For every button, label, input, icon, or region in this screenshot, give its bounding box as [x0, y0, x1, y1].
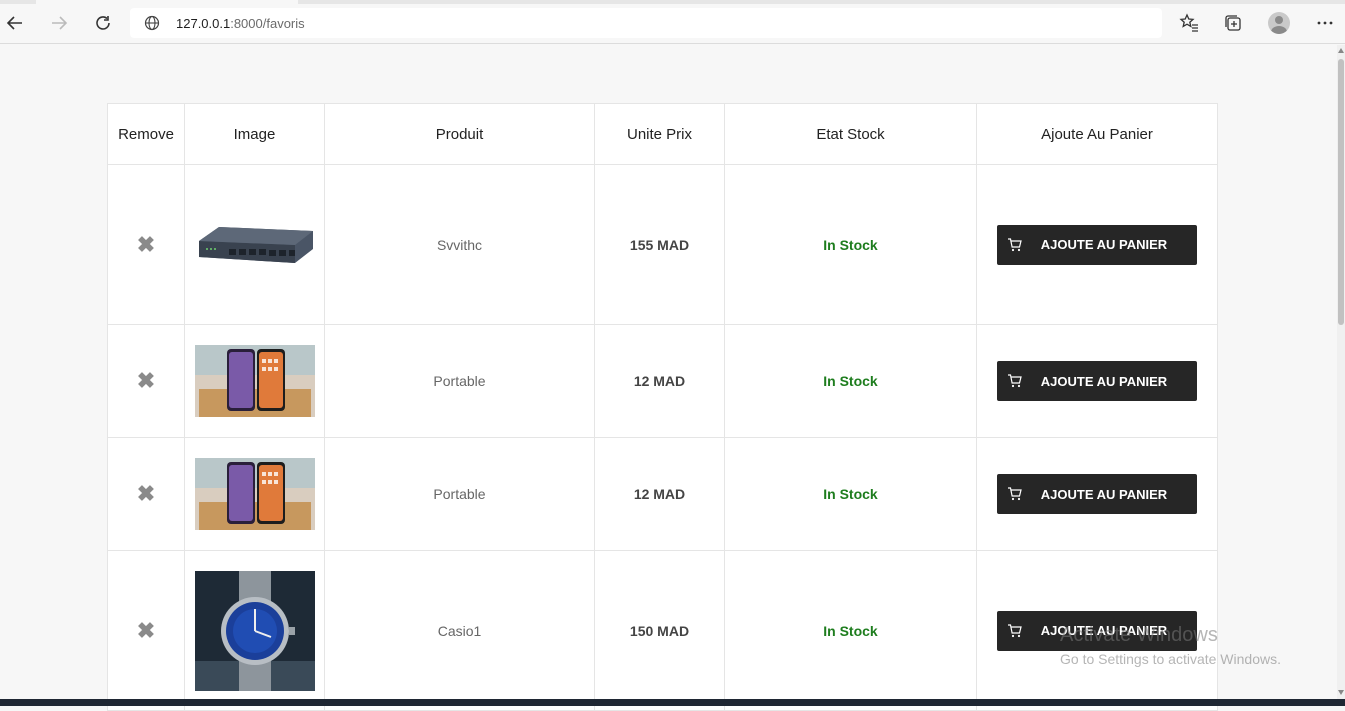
url-host: 127.0.0.1: [176, 16, 231, 31]
stock-status: In Stock: [823, 486, 878, 502]
add-to-cart-label: AJOUTE AU PANIER: [1040, 486, 1168, 502]
url-path: :8000/favoris: [230, 16, 305, 31]
header-unit-price: Unite Prix: [594, 103, 725, 165]
network-switch-image: [198, 226, 313, 263]
remove-icon[interactable]: ✖: [137, 619, 155, 642]
arrow-right-icon: [52, 16, 68, 30]
collections-button[interactable]: [1220, 10, 1246, 36]
product-name[interactable]: Svvithc: [437, 237, 482, 253]
remove-cell: ✖: [107, 437, 185, 551]
browser-toolbar: 127.0.0.1:8000/favoris: [0, 0, 1345, 44]
arrow-left-icon: [6, 16, 22, 30]
cart-cell: AJOUTE AU PANIER: [976, 164, 1218, 325]
image-cell: [184, 324, 325, 438]
windows-activation-watermark: Activate Windows Go to Settings to activ…: [1060, 624, 1281, 667]
table-row: ✖ Portable 12 MAD In Stock AJOUTE AU PAN…: [107, 324, 1218, 438]
remove-icon[interactable]: ✖: [137, 370, 155, 392]
header-stock-status: Etat Stock: [724, 103, 977, 165]
remove-cell: ✖: [107, 164, 185, 325]
refresh-icon: [96, 16, 110, 30]
collections-icon: [1225, 15, 1241, 31]
back-button[interactable]: [2, 10, 28, 36]
table-header-row: Remove Image Produit Unite Prix Etat Sto…: [107, 103, 1218, 165]
favorites-table: Remove Image Produit Unite Prix Etat Sto…: [107, 103, 1218, 711]
smartphones-image: [194, 458, 315, 530]
stock-cell: In Stock: [724, 437, 977, 551]
avatar: [1268, 12, 1290, 34]
star-list-icon: [1179, 13, 1198, 32]
remove-cell: ✖: [107, 550, 185, 711]
watch-image: [194, 570, 315, 691]
image-cell: [184, 550, 325, 711]
smartphones-image: [194, 345, 315, 417]
favorites-button[interactable]: [1176, 10, 1202, 36]
vertical-scrollbar[interactable]: [1337, 45, 1345, 699]
cart-icon: [1007, 623, 1022, 637]
more-menu-button[interactable]: [1312, 10, 1338, 36]
add-to-cart-label: AJOUTE AU PANIER: [1040, 373, 1168, 389]
product-name[interactable]: Portable: [433, 373, 485, 389]
globe-icon: [144, 15, 160, 31]
forward-button[interactable]: [46, 10, 72, 36]
product-cell: Portable: [324, 437, 595, 551]
scroll-down-icon[interactable]: [1338, 690, 1344, 695]
table-row: ✖ Svvithc 155 MAD In Stock AJOUTE AU PAN…: [107, 164, 1218, 325]
image-cell: [184, 437, 325, 551]
stock-cell: In Stock: [724, 164, 977, 325]
scroll-up-icon[interactable]: [1338, 48, 1344, 53]
stock-cell: In Stock: [724, 324, 977, 438]
header-remove: Remove: [107, 103, 185, 165]
stock-cell: In Stock: [724, 550, 977, 711]
remove-icon[interactable]: ✖: [137, 483, 155, 505]
header-image: Image: [184, 103, 325, 165]
unit-price: 12 MAD: [633, 486, 686, 502]
product-name[interactable]: Portable: [433, 486, 485, 502]
cart-cell: AJOUTE AU PANIER: [976, 437, 1218, 551]
cart-cell: AJOUTE AU PANIER: [976, 324, 1218, 438]
remove-cell: ✖: [107, 324, 185, 438]
price-cell: 155 MAD: [594, 164, 725, 325]
cart-icon: [1007, 487, 1022, 501]
tab-strip: [0, 0, 1345, 4]
table-row: ✖ Portable 12 MAD In Stock AJOUTE AU PAN…: [107, 437, 1218, 551]
taskbar: [0, 699, 1345, 706]
add-to-cart-button[interactable]: AJOUTE AU PANIER: [997, 474, 1197, 514]
product-cell: Casio1: [324, 550, 595, 711]
cart-icon: [1007, 374, 1022, 388]
address-bar[interactable]: 127.0.0.1:8000/favoris: [130, 8, 1162, 38]
stock-status: In Stock: [823, 373, 878, 389]
price-cell: 12 MAD: [594, 324, 725, 438]
unit-price: 12 MAD: [633, 373, 686, 389]
active-tab[interactable]: [36, 0, 298, 4]
unit-price: 155 MAD: [629, 236, 690, 253]
table-row: ✖ Casio1 150 MAD In Stock AJOUTE AU PANI…: [107, 550, 1218, 711]
cart-icon: [1007, 237, 1022, 251]
unit-price: 150 MAD: [629, 622, 690, 639]
price-cell: 150 MAD: [594, 550, 725, 711]
refresh-button[interactable]: [90, 10, 116, 36]
watermark-subtitle: Go to Settings to activate Windows.: [1060, 651, 1281, 667]
scrollbar-thumb[interactable]: [1338, 59, 1344, 325]
more-dots-icon: [1317, 21, 1333, 25]
product-cell: Svvithc: [324, 164, 595, 325]
url-text: 127.0.0.1:8000/favoris: [176, 16, 305, 31]
product-cell: Portable: [324, 324, 595, 438]
remove-icon[interactable]: ✖: [137, 233, 155, 256]
product-name[interactable]: Casio1: [438, 623, 482, 639]
stock-status: In Stock: [823, 622, 878, 639]
profile-button[interactable]: [1266, 10, 1292, 36]
stock-status: In Stock: [823, 236, 878, 253]
image-cell: [184, 164, 325, 325]
add-to-cart-button[interactable]: AJOUTE AU PANIER: [997, 224, 1197, 265]
header-add-to-cart: Ajoute Au Panier: [976, 103, 1218, 165]
add-to-cart-label: AJOUTE AU PANIER: [1040, 237, 1168, 252]
add-to-cart-button[interactable]: AJOUTE AU PANIER: [997, 361, 1197, 401]
price-cell: 12 MAD: [594, 437, 725, 551]
header-product: Produit: [324, 103, 595, 165]
watermark-title: Activate Windows: [1060, 624, 1218, 646]
